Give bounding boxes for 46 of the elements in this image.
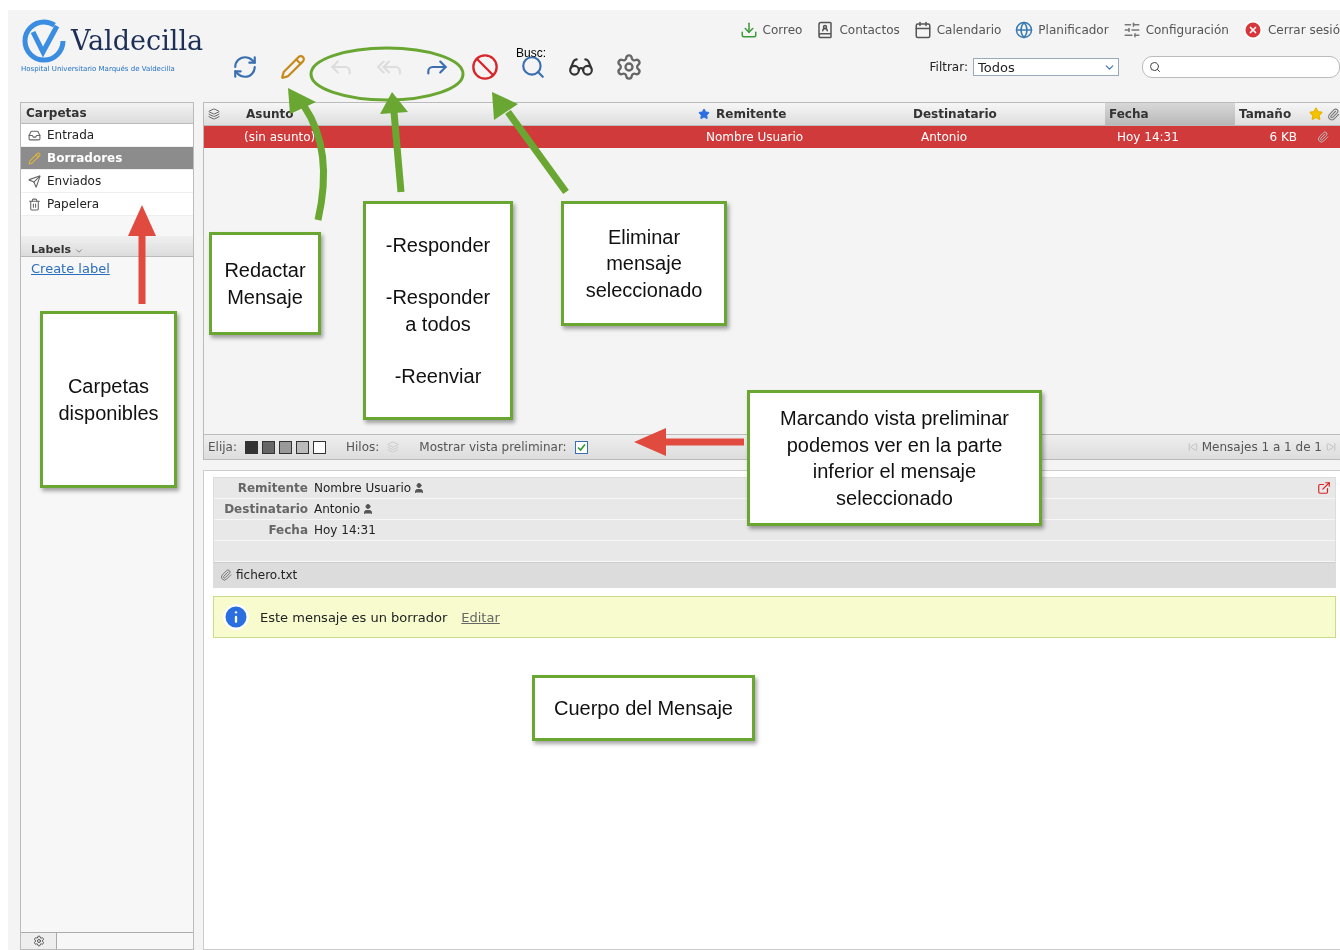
table-cell-text: 6 KB xyxy=(1268,129,1298,146)
header-value: Hoy 14:31 xyxy=(314,523,376,537)
nav-link[interactable]: Correo xyxy=(739,17,803,42)
header-label: Remitente xyxy=(236,481,309,495)
header-label: Fecha xyxy=(267,523,309,537)
labels-header: Labels xyxy=(31,243,72,256)
nav-link[interactable]: Calendario xyxy=(913,17,1002,42)
preview-label: Mostrar vista preliminar: xyxy=(419,440,567,454)
nav-link[interactable]: Contactos xyxy=(816,17,900,42)
edit-link[interactable]: Editar xyxy=(461,609,500,625)
annotation-callout: Marcando vista preliminar podemos ver en la parte inferior el mensaje seleccionado xyxy=(747,390,1042,526)
nav-link[interactable]: Planificador xyxy=(1015,17,1109,42)
attachment-name: fichero.txt xyxy=(236,568,298,582)
create-label-link[interactable]: Create label xyxy=(21,257,193,276)
column-header[interactable]: Remitente xyxy=(694,103,909,125)
annotation-callout: Carpetas disponibles xyxy=(40,311,177,488)
folder-item[interactable]: Entrada xyxy=(21,124,193,147)
column-header[interactable]: Tamaño xyxy=(1235,103,1305,125)
filter-label: Filtrar: xyxy=(929,60,968,74)
folders-header: Carpetas xyxy=(21,103,193,124)
table-cell-text: Hoy 14:31 xyxy=(1116,129,1180,146)
column-header[interactable]: Destinatario xyxy=(909,103,1105,125)
message-row[interactable]: (sin asunto) Nombre Usuario Antonio Hoy 14:31 6 KB xyxy=(204,126,1340,148)
pager-text: Mensajes 1 a 1 de 1 xyxy=(1201,440,1322,454)
header-label: Destinatario xyxy=(223,502,309,516)
header-value: Antonio xyxy=(314,502,375,516)
filter-select[interactable]: Todos xyxy=(973,58,1119,76)
annotation-callout: Redactar Mensaje xyxy=(209,232,321,335)
table-cell-text: Nombre Usuario xyxy=(705,129,805,146)
folder-item[interactable]: Enviados xyxy=(21,170,193,193)
logo-text: Valdecilla xyxy=(71,24,204,58)
table-cell-text: (sin asunto) xyxy=(243,129,317,146)
nav-link[interactable]: Cerrar sesió xyxy=(1242,17,1340,42)
select-label: Elija: xyxy=(208,440,237,454)
column-header[interactable]: Asunto xyxy=(204,103,694,125)
table-cell-text: Antonio xyxy=(920,129,969,146)
header-value: Nombre Usuario xyxy=(314,481,426,495)
folder-item[interactable]: Papelera xyxy=(21,193,193,216)
annotation-callout: Cuerpo del Mensaje xyxy=(532,675,755,741)
column-header[interactable]: Fecha xyxy=(1105,103,1235,125)
annotation-callout: -Responder -Responder a todos -Reenviar xyxy=(363,201,513,420)
notice-text: Este mensaje es un borrador xyxy=(260,609,448,625)
threads-label: Hilos: xyxy=(346,440,380,454)
search-button[interactable]: Busc: xyxy=(516,50,550,84)
nav-link[interactable]: Configuración xyxy=(1122,17,1229,42)
annotation-callout: Eliminar mensaje seleccionado xyxy=(561,201,727,326)
